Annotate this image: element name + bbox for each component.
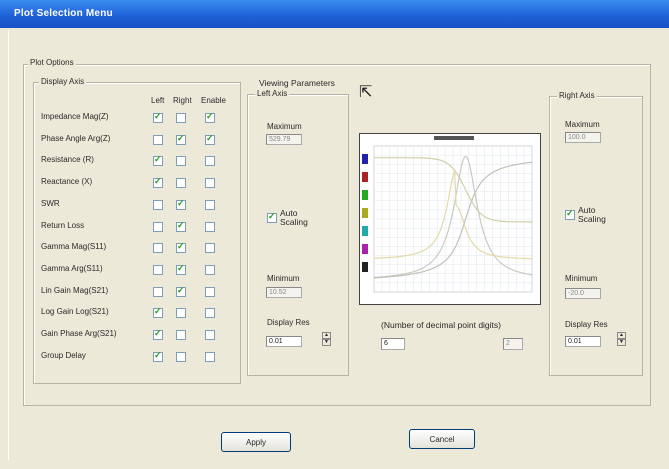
right-auto-scaling-checkbox[interactable] [565, 208, 575, 220]
right-minimum-label: Minimum [565, 274, 598, 283]
axis-enable-checkbox[interactable] [205, 243, 215, 253]
axis-row-label: Reactance (X) [41, 177, 93, 186]
axis-row-label: Gamma Arg(S11) [41, 264, 103, 273]
axis-row-label: Lin Gain Mag(S21) [41, 286, 109, 295]
left-axis-label: Left Axis [255, 89, 290, 98]
axis-left-checkbox[interactable] [153, 222, 163, 232]
axis-row-label: SWR [41, 199, 60, 208]
axis-right-checkbox[interactable] [176, 178, 186, 188]
axis-left-checkbox[interactable] [153, 243, 163, 253]
window-title: Plot Selection Menu [14, 8, 113, 19]
axis-enable-checkbox[interactable] [205, 308, 215, 318]
left-minimum-label: Minimum [267, 274, 300, 283]
axis-left-checkbox[interactable] [153, 176, 163, 188]
axis-right-checkbox[interactable] [176, 263, 186, 275]
left-maximum-field[interactable]: 529.79 [266, 134, 302, 145]
axis-row-label: Phase Angle Arg(Z) [41, 134, 111, 143]
left-maximum-label: Maximum [267, 122, 302, 131]
left-display-res-label: Display Res [267, 318, 310, 327]
axis-row-label: Gain Phase Arg(S21) [41, 329, 117, 338]
right-maximum-field[interactable]: 100.0 [565, 132, 601, 143]
axis-left-checkbox[interactable] [153, 287, 163, 297]
left-display-res-field[interactable]: 0.01 [266, 336, 302, 347]
axis-left-checkbox[interactable] [153, 306, 163, 318]
mouse-cursor-icon: ⇱ [359, 84, 373, 101]
dialog-body: Plot Options Display Axis Left Right Ena… [8, 30, 663, 460]
preview-legend-swatch [362, 172, 368, 182]
viewing-parameters-label: Viewing Parameters [259, 78, 335, 88]
plot-options-label: Plot Options [28, 58, 76, 67]
preview-legend-swatch [362, 226, 368, 236]
axis-left-checkbox[interactable] [153, 200, 163, 210]
apply-button[interactable]: Apply [221, 432, 291, 452]
left-minimum-field[interactable]: 10.52 [266, 287, 302, 298]
right-display-res-label: Display Res [565, 320, 608, 329]
right-display-res-field[interactable]: 0.01 [565, 336, 601, 347]
axis-left-checkbox[interactable] [153, 154, 163, 166]
axis-right-checkbox[interactable] [176, 133, 186, 145]
axis-right-checkbox[interactable] [176, 113, 186, 123]
axis-enable-checkbox[interactable] [205, 287, 215, 297]
axis-right-checkbox[interactable] [176, 241, 186, 253]
spin-up-icon[interactable]: ▲ [322, 332, 331, 339]
display-axis-label: Display Axis [39, 77, 87, 86]
axis-row-label: Gamma Mag(S11) [41, 242, 107, 251]
right-decimal-field[interactable]: 2 [503, 338, 523, 350]
left-display-res-spinner[interactable]: ▲ ▼ [322, 332, 331, 348]
preview-title-mark [434, 136, 474, 140]
header-enable: Enable [201, 96, 226, 105]
axis-enable-checkbox[interactable] [205, 111, 215, 123]
axis-right-checkbox[interactable] [176, 198, 186, 210]
axis-left-checkbox[interactable] [153, 350, 163, 362]
preview-legend-swatch [362, 208, 368, 218]
preview-legend-swatch [362, 262, 368, 272]
right-axis-label: Right Axis [557, 91, 597, 100]
axis-row-label: Resistance (R) [41, 155, 94, 164]
right-display-res-spinner[interactable]: ▲ ▼ [617, 332, 626, 348]
preview-legend-swatch [362, 190, 368, 200]
cancel-button[interactable]: Cancel [409, 429, 475, 449]
axis-enable-checkbox[interactable] [205, 156, 215, 166]
axis-left-checkbox[interactable] [153, 265, 163, 275]
left-auto-scaling-checkbox[interactable] [267, 211, 277, 223]
axis-row-label: Log Gain Log(S21) [41, 307, 109, 316]
axis-enable-checkbox[interactable] [205, 200, 215, 210]
left-decimal-field[interactable]: 6 [381, 338, 405, 350]
header-left: Left [151, 96, 165, 105]
axis-row-label: Impedance Mag(Z) [41, 112, 109, 121]
axis-enable-checkbox[interactable] [205, 265, 215, 275]
spin-down-icon[interactable]: ▼ [322, 339, 331, 346]
header-right: Right [173, 96, 192, 105]
preview-legend-swatch [362, 244, 368, 254]
axis-right-checkbox[interactable] [176, 308, 186, 318]
axis-left-checkbox[interactable] [153, 111, 163, 123]
axis-right-checkbox[interactable] [176, 330, 186, 340]
axis-enable-checkbox[interactable] [205, 352, 215, 362]
axis-right-checkbox[interactable] [176, 220, 186, 232]
spin-down-icon[interactable]: ▼ [617, 339, 626, 346]
axis-enable-checkbox[interactable] [205, 178, 215, 188]
axis-enable-checkbox[interactable] [205, 222, 215, 232]
axis-left-checkbox[interactable] [153, 328, 163, 340]
right-maximum-label: Maximum [565, 120, 600, 129]
preview-legend-swatch [362, 154, 368, 164]
plot-preview [359, 133, 541, 305]
left-auto-scaling-label: Auto Scaling [280, 208, 308, 227]
axis-row-label: Group Delay [41, 351, 86, 360]
axis-enable-checkbox[interactable] [205, 330, 215, 340]
axis-right-checkbox[interactable] [176, 156, 186, 166]
axis-enable-checkbox[interactable] [205, 133, 215, 145]
axis-left-checkbox[interactable] [153, 135, 163, 145]
decimal-digits-label: (Number of decimal point digits) [381, 320, 501, 330]
plot-selection-window: Plot Selection Menu Plot Options Display… [0, 0, 669, 469]
plot-preview-graphic [362, 136, 533, 293]
right-minimum-field[interactable]: -20.0 [565, 288, 601, 299]
axis-right-checkbox[interactable] [176, 285, 186, 297]
axis-right-checkbox[interactable] [176, 352, 186, 362]
right-auto-scaling-label: Auto Scaling [578, 205, 606, 224]
title-bar[interactable]: Plot Selection Menu [0, 0, 669, 28]
axis-row-label: Return Loss [41, 221, 85, 230]
spin-up-icon[interactable]: ▲ [617, 332, 626, 339]
